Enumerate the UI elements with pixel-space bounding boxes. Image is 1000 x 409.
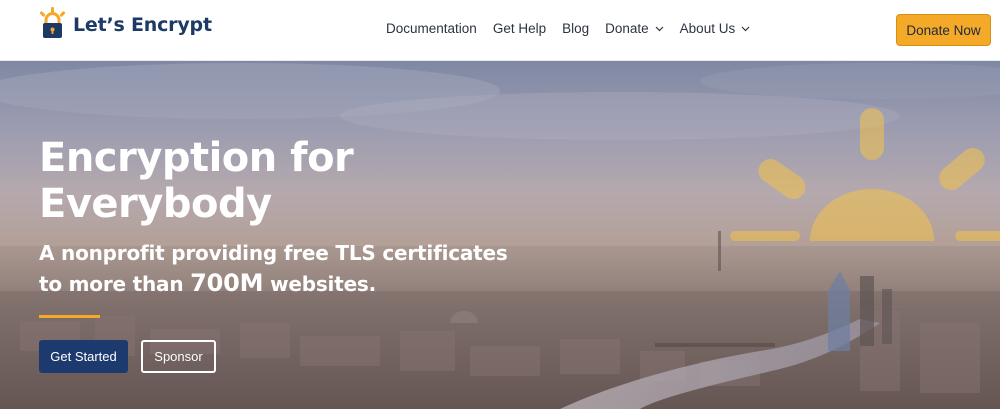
hero-subtitle-pre: to more than bbox=[39, 272, 191, 296]
nav-documentation[interactable]: Documentation bbox=[386, 21, 477, 36]
nav-about-us[interactable]: About Us bbox=[680, 21, 751, 36]
nav-documentation-label: Documentation bbox=[386, 21, 477, 36]
hero-title: Encryption for Everybody bbox=[39, 135, 499, 227]
get-started-button[interactable]: Get Started bbox=[39, 340, 128, 373]
chevron-down-icon bbox=[741, 26, 750, 31]
chevron-down-icon bbox=[655, 26, 664, 31]
hero-subtitle-post: websites. bbox=[263, 272, 377, 296]
logo-link[interactable]: Let’s Encrypt bbox=[38, 7, 212, 39]
hero-subtitle: A nonprofit providing free TLS certifica… bbox=[39, 238, 539, 299]
nav-get-help-label: Get Help bbox=[492, 21, 547, 36]
hero-subtitle-line1: A nonprofit providing free TLS certifica… bbox=[39, 241, 508, 265]
sponsor-button[interactable]: Sponsor bbox=[141, 340, 216, 373]
main-nav: Documentation Get Help Blog Donate About… bbox=[386, 21, 766, 36]
lock-sun-logo-icon bbox=[39, 7, 66, 38]
hero-title-line2: Everybody bbox=[39, 181, 272, 227]
nav-get-help[interactable]: Get Help bbox=[493, 21, 546, 36]
hero-subtitle-number: 700M bbox=[190, 269, 264, 297]
hero-title-line1: Encryption for bbox=[39, 135, 354, 181]
site-header: Let’s Encrypt Documentation Get Help Blo… bbox=[0, 0, 1000, 61]
hero-section: Encryption for Everybody A nonprofit pro… bbox=[0, 61, 1000, 409]
nav-blog[interactable]: Blog bbox=[562, 21, 589, 36]
nav-donate-label: Donate bbox=[605, 21, 649, 36]
donate-now-button[interactable]: Donate Now bbox=[896, 14, 991, 46]
nav-about-us-label: About Us bbox=[679, 21, 736, 36]
accent-divider bbox=[39, 315, 100, 318]
logo-text: Let’s Encrypt bbox=[73, 14, 212, 36]
nav-blog-label: Blog bbox=[562, 21, 590, 36]
nav-donate[interactable]: Donate bbox=[605, 21, 664, 36]
